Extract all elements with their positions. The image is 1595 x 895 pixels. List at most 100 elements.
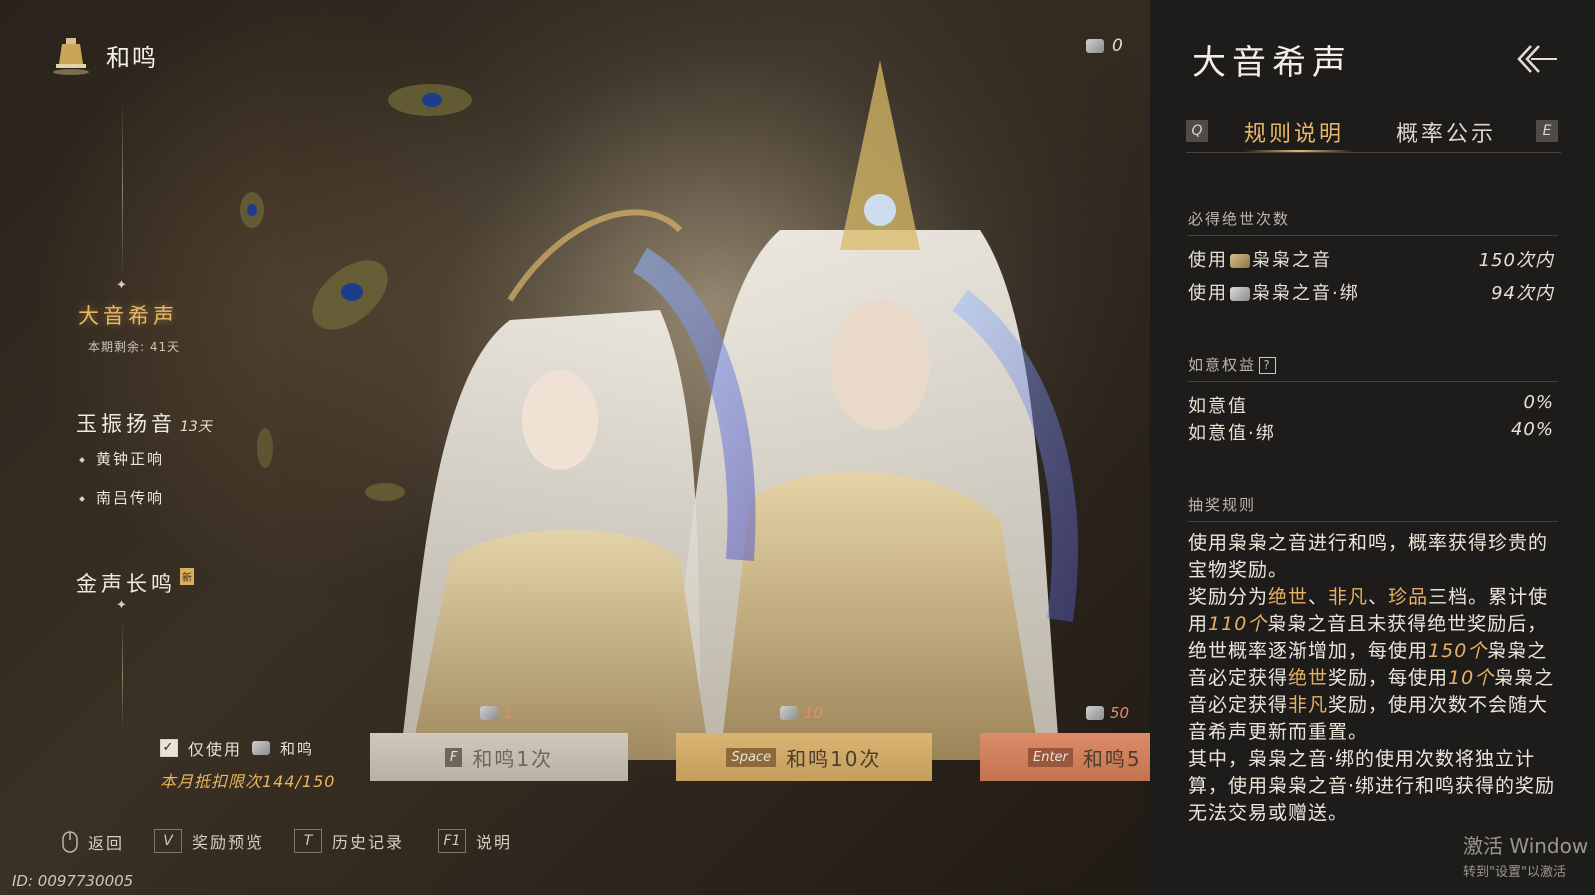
nav-item-jinsheng[interactable]: 金声长鸣新: [76, 568, 194, 598]
tab-rules[interactable]: 规则说明: [1244, 116, 1344, 148]
nav-divider: [122, 100, 123, 280]
currency-count: 0: [1112, 36, 1123, 56]
guarantee-row: 使用 枭枭之音·绑 94次内: [1188, 279, 1554, 305]
monthly-limit: 本月抵扣限次144/150: [160, 772, 336, 791]
tab-next-key[interactable]: E: [1536, 120, 1558, 142]
cost-1: 1: [480, 704, 514, 722]
panel-title: 大音希声: [1192, 43, 1352, 83]
button-label: 和鸣1次: [472, 746, 554, 771]
echo-token-icon: [780, 706, 798, 720]
male-robe: [720, 472, 1040, 760]
bullet-icon: [79, 456, 85, 463]
mouse-icon: [62, 831, 78, 853]
page-title: 和鸣: [106, 44, 158, 72]
row-value: 150次内: [1478, 250, 1554, 271]
nav-sub-label: 南吕传响: [96, 489, 165, 507]
bullet-icon: [79, 495, 85, 502]
only-use-label: 仅使用: [188, 740, 243, 759]
tab-bar: Q 规则说明 概率公示 E: [1186, 116, 1561, 153]
row-item: 枭枭之音·绑: [1252, 283, 1360, 304]
key-hint: F1: [438, 829, 466, 853]
guarantee-row: 使用 枭枭之音 150次内: [1188, 246, 1554, 272]
currency-display: 0: [1086, 36, 1123, 56]
footer-back[interactable]: 返回: [62, 830, 124, 854]
tab-prev-key[interactable]: Q: [1186, 120, 1208, 142]
row-value: 40%: [1510, 419, 1554, 440]
ruyi-row: 如意值 0%: [1188, 392, 1554, 418]
row-value: 0%: [1523, 392, 1554, 413]
footer-reward-preview[interactable]: V 奖励预览: [154, 829, 264, 853]
row-label: 如意值·绑: [1188, 423, 1276, 444]
row-prefix: 使用: [1188, 250, 1228, 271]
footer-help[interactable]: F1 说明: [438, 829, 512, 853]
tab-active-indicator: [1244, 150, 1354, 152]
row-label: 如意值: [1188, 396, 1248, 417]
footer-label: 返回: [88, 834, 125, 853]
nav-item-yuzhen[interactable]: 玉振扬音 13天: [76, 408, 212, 438]
row-item: 枭枭之音: [1252, 250, 1332, 271]
row-value: 94次内: [1491, 283, 1554, 304]
cost-value: 1: [504, 704, 514, 722]
player-id: ID: 0097730005: [12, 872, 134, 890]
guarantee-heading: 必得绝世次数: [1188, 208, 1558, 236]
cost-10: 10: [780, 704, 823, 722]
footer-label: 历史记录: [332, 833, 405, 852]
draw-10-button[interactable]: Space 和鸣10次: [676, 733, 932, 781]
back-arrow-icon[interactable]: [1515, 42, 1559, 76]
button-label: 和鸣5: [1082, 746, 1142, 771]
bell-logo-icon: [53, 38, 89, 75]
footer-history[interactable]: T 历史记录: [294, 829, 404, 853]
only-use-toggle[interactable]: ✓ 仅使用 和鸣: [160, 736, 314, 760]
watermark-line: 激活 Window: [1463, 834, 1589, 858]
row-prefix: 使用: [1188, 283, 1228, 304]
echo-token-icon: [480, 706, 498, 720]
key-hint: V: [154, 829, 182, 853]
activation-watermark: 激活 Window 转到"设置"以激活: [1463, 830, 1588, 880]
rules-text: 使用枭枭之音进行和鸣，概率获得珍贵的宝物奖励。 奖励分为绝世、非凡、珍品三档。累…: [1188, 530, 1560, 827]
gold-echo-icon: [1230, 254, 1250, 268]
draw-50-button[interactable]: Enter 和鸣5: [980, 733, 1150, 781]
key-hint: F: [444, 747, 463, 767]
nav-divider: [122, 620, 123, 730]
female-face: [522, 370, 598, 470]
footer-label: 奖励预览: [192, 833, 265, 852]
tab-probability[interactable]: 概率公示: [1396, 116, 1496, 148]
nav-star-icon: ✦: [116, 598, 127, 613]
echo-token-icon: [252, 741, 271, 755]
rules-paragraph: 其中，枭枭之音·绑的使用次数将独立计算，使用枭枭之音·绑进行和鸣获得的奖励无法交…: [1188, 748, 1556, 824]
ruyi-heading: 如意权益?: [1188, 354, 1558, 382]
nav-sub-label: 黄钟正响: [96, 450, 165, 468]
male-face: [830, 300, 930, 430]
echo-token-icon: [1086, 706, 1104, 720]
nav-item-label: 金声长鸣: [76, 572, 176, 596]
ruyi-heading-label: 如意权益: [1188, 356, 1257, 374]
help-icon[interactable]: ?: [1259, 357, 1277, 374]
only-use-item: 和鸣: [280, 739, 315, 758]
only-use-checkbox[interactable]: ✓: [160, 739, 178, 757]
bound-echo-icon: [1230, 287, 1250, 301]
cost-value: 50: [1110, 704, 1130, 722]
nav-remaining: 本期剩余: 41天: [88, 340, 181, 354]
footer-label: 说明: [476, 833, 513, 852]
rules-paragraph: 使用枭枭之音进行和鸣，概率获得珍贵的宝物奖励。: [1188, 532, 1549, 581]
nav-sub-huangzhong[interactable]: 黄钟正响: [79, 448, 165, 469]
rules-paragraph: 奖励分为绝世、非凡、珍品三档。累计使用110个枭枭之音且未获得绝世奖励后，绝世概…: [1188, 586, 1555, 743]
nav-item-dayinxisheng[interactable]: 大音希声: [78, 300, 178, 330]
key-hint: Space: [726, 747, 777, 767]
nav-star-icon: ✦: [116, 278, 127, 293]
key-hint: T: [294, 829, 322, 853]
gacha-screen: 和鸣 0 ✦ 大音希声 本期剩余: 41天 玉振扬音 13天 黄钟正响 南吕传响 …: [0, 0, 1595, 895]
watermark-line: 转到"设置"以激活: [1463, 865, 1566, 880]
rules-heading: 抽奖规则: [1188, 494, 1558, 522]
rules-panel: 大音希声 Q 规则说明 概率公示 E 必得绝世次数 使用 枭枭之音 150次内 使…: [1150, 0, 1595, 895]
key-hint: Enter: [1028, 747, 1073, 767]
nav-item-days: 13天: [180, 419, 212, 435]
cost-50: 50: [1086, 704, 1129, 722]
cost-value: 10: [804, 704, 824, 722]
nav-sub-nanlv[interactable]: 南吕传响: [79, 487, 165, 508]
button-label: 和鸣10次: [786, 746, 882, 771]
echo-token-icon: [1086, 39, 1104, 53]
draw-1-button[interactable]: F 和鸣1次: [370, 733, 628, 781]
new-badge: 新: [180, 568, 194, 585]
ruyi-row: 如意值·绑 40%: [1188, 419, 1554, 445]
